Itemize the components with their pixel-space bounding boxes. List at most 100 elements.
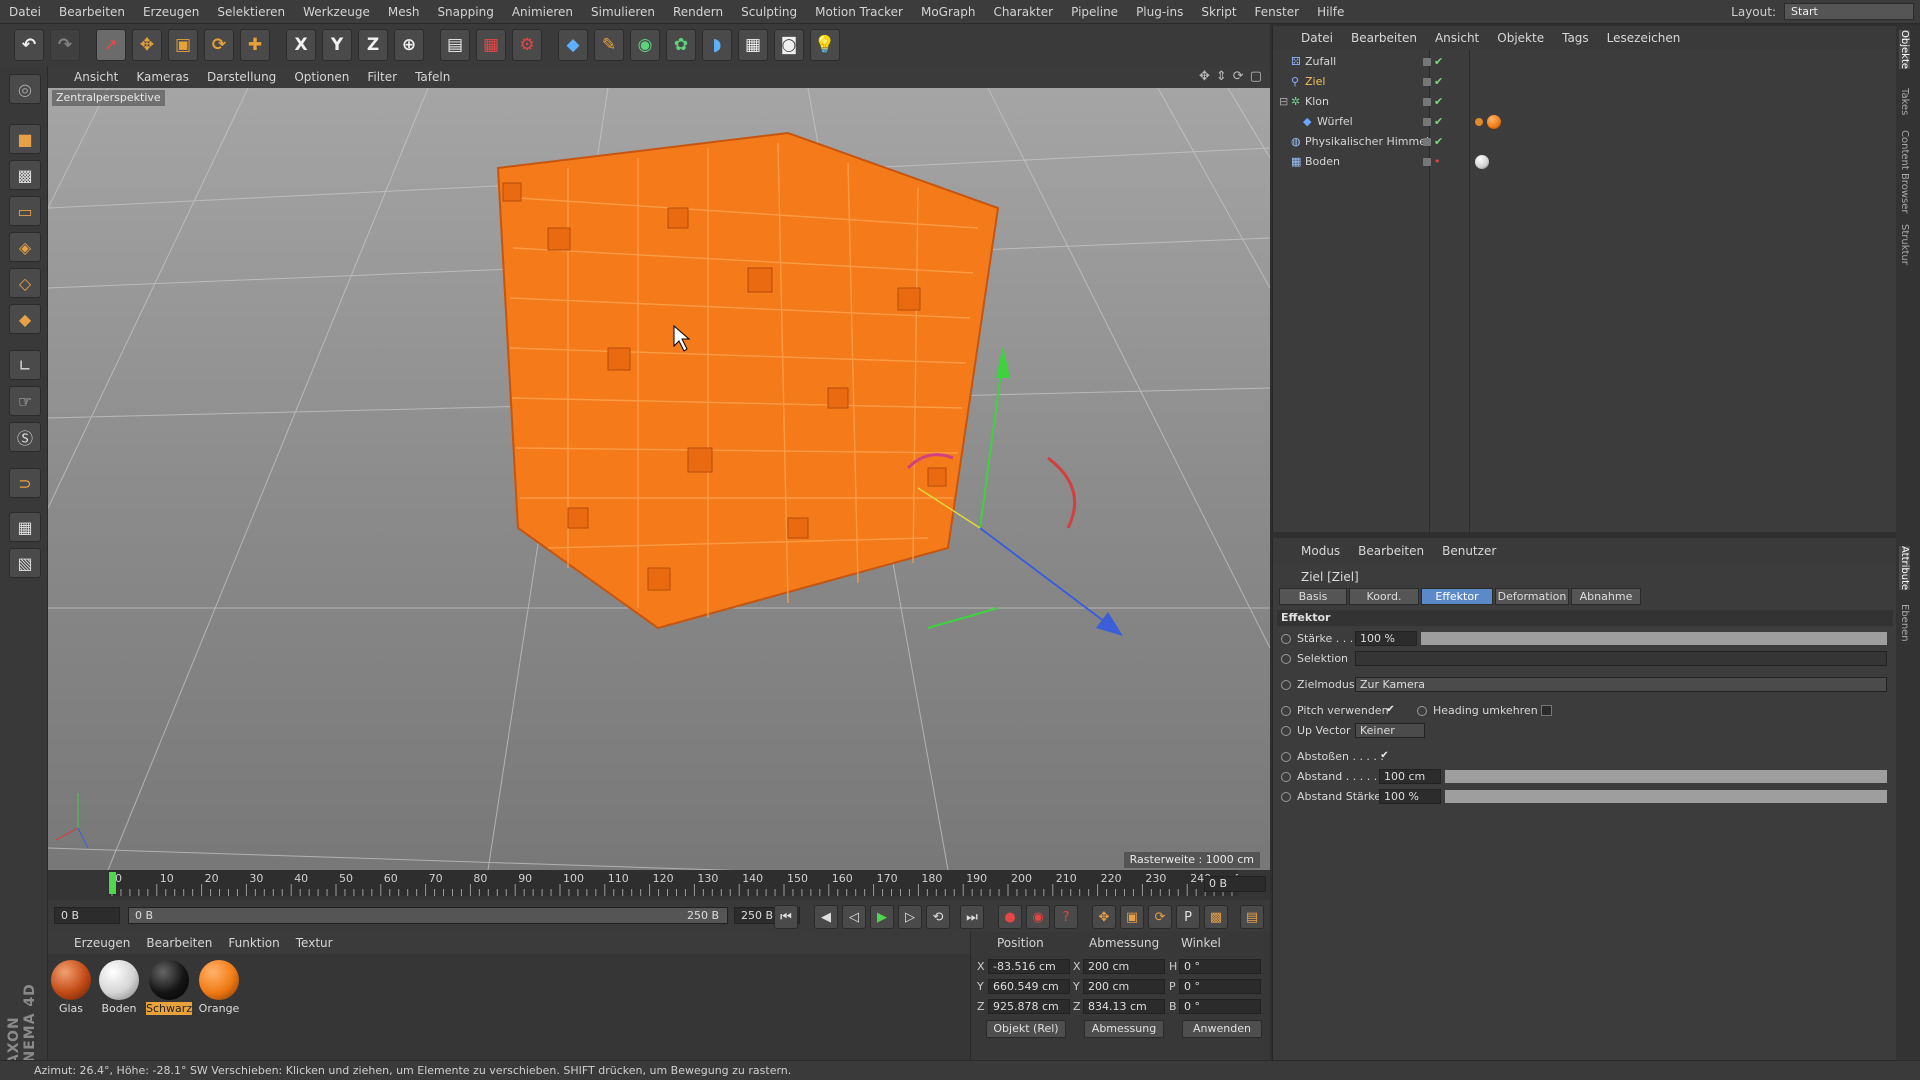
zielmodus-dropdown[interactable]: Zur Kamera — [1355, 677, 1887, 692]
at-menu-bearbeiten[interactable]: Bearbeiten — [1358, 544, 1424, 558]
tab-koord[interactable]: Koord. — [1349, 588, 1419, 605]
prev-frame-icon[interactable]: ◁ — [842, 905, 866, 929]
enabled-check-icon[interactable]: ✔ — [1434, 52, 1443, 72]
layout-select[interactable]: Start — [1784, 3, 1914, 20]
coord-mode-dropdown[interactable]: Objekt (Rel) — [986, 1020, 1066, 1038]
vp-menu-darstellung[interactable]: Darstellung — [207, 70, 276, 84]
material-boden[interactable]: Boden — [96, 960, 142, 1015]
timeline-ruler[interactable]: 0 10 20 30 40 50 60 70 80 90 100 110 120 130 140 150 160… — [108, 870, 1238, 896]
phong-tag-icon[interactable] — [1475, 118, 1483, 126]
maximize-icon[interactable]: ▢ — [1250, 69, 1262, 84]
selektion-field[interactable] — [1355, 651, 1887, 666]
staerke-slider[interactable] — [1421, 632, 1887, 645]
key-pla-icon[interactable]: ▩ — [1204, 905, 1228, 929]
animate-dot-icon[interactable] — [1281, 726, 1291, 736]
menu-motion-tracker[interactable]: Motion Tracker — [806, 5, 912, 19]
3d-viewport[interactable] — [48, 88, 1270, 870]
camera-icon[interactable]: ◙ — [774, 29, 804, 61]
material-tag-icon[interactable] — [1487, 115, 1501, 129]
menu-hilfe[interactable]: Hilfe — [1308, 5, 1353, 19]
mat-menu-erzeugen[interactable]: Erzeugen — [74, 936, 130, 950]
menu-snapping[interactable]: Snapping — [428, 5, 502, 19]
om-menu-datei[interactable]: Datei — [1301, 31, 1333, 45]
visibility-dots[interactable] — [1423, 58, 1431, 66]
object-row-boden[interactable]: ▦ Boden • — [1273, 152, 1897, 172]
cube-primitive-icon[interactable]: ◆ — [558, 29, 588, 61]
mat-menu-textur[interactable]: Textur — [296, 936, 333, 950]
rotation-p-field[interactable]: 0 ° — [1179, 979, 1261, 994]
animate-dot-icon[interactable] — [1281, 706, 1291, 716]
abstand-staerke-field[interactable]: 100 % — [1379, 789, 1441, 804]
material-tag-icon[interactable] — [1475, 155, 1489, 169]
om-menu-objekte[interactable]: Objekte — [1497, 31, 1544, 45]
render-dot-icon[interactable]: • — [1434, 152, 1441, 172]
nurbs-icon[interactable]: ◉ — [630, 29, 660, 61]
keyframe-selection-icon[interactable]: ? — [1054, 905, 1078, 929]
model-mode-icon[interactable]: ◎ — [9, 74, 41, 104]
animate-dot-icon[interactable] — [1281, 792, 1291, 802]
position-x-field[interactable]: -83.516 cm — [988, 959, 1070, 974]
animate-dot-icon[interactable] — [1281, 654, 1291, 664]
object-row-wuerfel[interactable]: ◆ Würfel ✔ — [1273, 112, 1897, 132]
menu-mesh[interactable]: Mesh — [379, 5, 429, 19]
key-rotation-icon[interactable]: ⟳ — [1148, 905, 1172, 929]
vp-menu-ansicht[interactable]: Ansicht — [74, 70, 118, 84]
staerke-field[interactable]: 100 % — [1355, 631, 1417, 646]
viewport-camera-label[interactable]: Zentralperspektive — [52, 90, 165, 106]
select-icon[interactable]: ➚ — [96, 29, 126, 61]
object-row-klon[interactable]: ⊟ ✲ Klon ✔ — [1273, 92, 1897, 112]
autokey-icon[interactable]: ◉ — [1026, 905, 1050, 929]
om-menu-bearbeiten[interactable]: Bearbeiten — [1351, 31, 1417, 45]
om-menu-ansicht[interactable]: Ansicht — [1435, 31, 1479, 45]
edges-mode-icon[interactable]: ◇ — [9, 268, 41, 298]
animate-dot-icon[interactable] — [1281, 772, 1291, 782]
dolly-icon[interactable]: ⇕ — [1216, 69, 1227, 84]
position-y-field[interactable]: 660.549 cm — [988, 979, 1070, 994]
enabled-check-icon[interactable]: ✔ — [1434, 112, 1443, 132]
tab-effektor[interactable]: Effektor — [1421, 588, 1493, 605]
y-axis-icon[interactable]: Y — [322, 29, 352, 61]
workplane-lock-icon[interactable]: ▦ — [9, 512, 41, 542]
material-schwarz[interactable]: Schwarz — [146, 960, 192, 1015]
menu-bearbeiten[interactable]: Bearbeiten — [50, 5, 134, 19]
magnet-icon[interactable]: ⊃ — [9, 468, 41, 498]
scale-icon[interactable]: ▣ — [168, 29, 198, 61]
preview-range-slider[interactable]: 0 B 250 B — [128, 907, 728, 924]
tab-abnahme[interactable]: Abnahme — [1571, 588, 1641, 605]
menu-plugins[interactable]: Plug-ins — [1127, 5, 1192, 19]
pitch-checkbox[interactable]: ✔ — [1385, 705, 1396, 716]
record-icon[interactable]: ● — [998, 905, 1022, 929]
next-frame-icon[interactable]: ▷ — [898, 905, 922, 929]
key-position-icon[interactable]: ✥ — [1092, 905, 1116, 929]
enabled-check-icon[interactable]: ✔ — [1434, 132, 1443, 152]
abstand-staerke-slider[interactable] — [1445, 790, 1887, 803]
menu-charakter[interactable]: Charakter — [984, 5, 1062, 19]
undo-icon[interactable]: ↶ — [14, 29, 44, 61]
menu-animieren[interactable]: Animieren — [503, 5, 582, 19]
loop-icon[interactable]: ⟲ — [926, 905, 950, 929]
x-axis-icon[interactable]: X — [286, 29, 316, 61]
tweak-mode-icon[interactable]: ☞ — [9, 386, 41, 416]
tab-basis[interactable]: Basis — [1279, 588, 1347, 605]
rotate-icon[interactable]: ⟳ — [204, 29, 234, 61]
snap-icon[interactable]: Ⓢ — [9, 422, 41, 452]
menu-datei[interactable]: Datei — [0, 5, 50, 19]
array-icon[interactable]: ✿ — [666, 29, 696, 61]
move-icon[interactable]: ✥ — [132, 29, 162, 61]
tab-deformation[interactable]: Deformation — [1495, 588, 1569, 605]
render-settings-icon[interactable]: ⚙ — [512, 29, 542, 61]
vp-menu-filter[interactable]: Filter — [367, 70, 397, 84]
rotation-b-field[interactable]: 0 ° — [1179, 999, 1261, 1014]
object-row-ziel[interactable]: ⚲ Ziel ✔ — [1273, 72, 1897, 92]
render-view-icon[interactable]: ▤ — [440, 29, 470, 61]
visibility-dots[interactable] — [1423, 138, 1431, 146]
visibility-dots[interactable] — [1423, 78, 1431, 86]
object-row-zufall[interactable]: ⚄ Zufall ✔ — [1273, 52, 1897, 72]
key-parameter-icon[interactable]: P — [1176, 905, 1200, 929]
size-y-field[interactable]: 200 cm — [1083, 979, 1165, 994]
right-tab-objekte[interactable]: Objekte — [1899, 30, 1910, 70]
om-menu-tags[interactable]: Tags — [1562, 31, 1589, 45]
timeline-window-icon[interactable]: ▤ — [1240, 905, 1264, 929]
vp-menu-optionen[interactable]: Optionen — [294, 70, 349, 84]
texture-mode-icon[interactable]: ▩ — [9, 160, 41, 190]
